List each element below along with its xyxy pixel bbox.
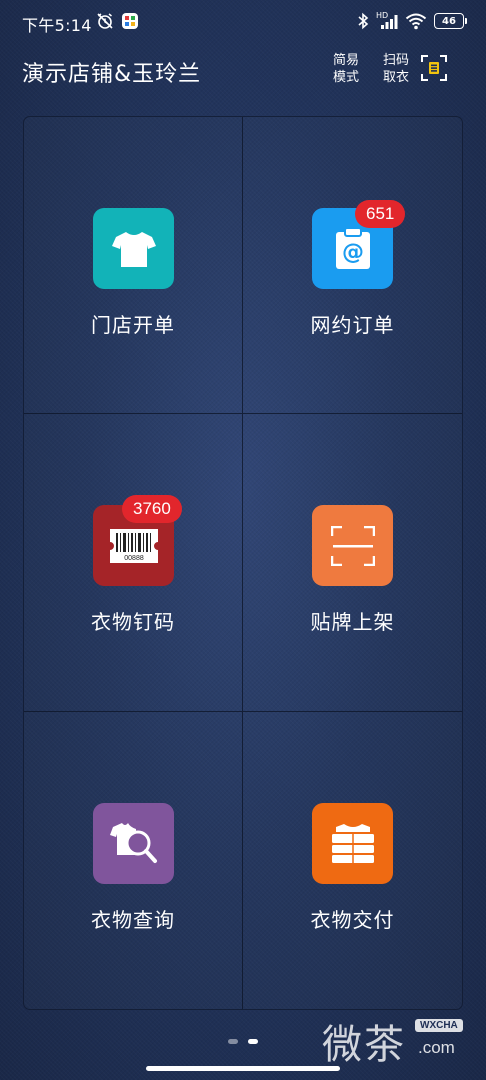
app-notification-icon — [122, 13, 138, 29]
home-indicator[interactable] — [146, 1066, 340, 1071]
app-header: 演示店铺&玉玲兰 简易 模式 扫码 取衣 — [0, 48, 486, 94]
alarm-off-icon — [97, 13, 113, 29]
watermark-chars: 微茶 — [322, 1022, 406, 1068]
barcode-digits: 00888 — [124, 555, 144, 562]
watermark-badge: WXCHA — [415, 1019, 463, 1032]
status-time: 下午5:14 — [22, 16, 92, 35]
status-right-icons: HD 46 — [357, 12, 467, 30]
status-left-icons — [95, 12, 139, 30]
tile-clothing-tagging[interactable]: 00888 3760 衣物钉码 — [24, 414, 243, 712]
simple-mode-label-line2: 模式 — [332, 70, 359, 85]
tile-label: 网约订单 — [310, 313, 395, 337]
tag-count-badge: 3760 — [122, 495, 182, 524]
cellular-signal-icon: HD — [376, 12, 398, 30]
folded-clothes-icon — [312, 802, 393, 884]
simple-mode-button[interactable]: 简易 模式 — [330, 52, 362, 86]
scan-frame-icon — [312, 505, 393, 587]
tile-label: 衣物钉码 — [91, 610, 175, 635]
scan-pickup-label-line1: 扫码 — [382, 53, 409, 68]
wifi-icon — [405, 13, 427, 30]
store-title: 演示店铺&玉玲兰 — [22, 62, 202, 87]
tile-label: 衣物交付 — [310, 907, 395, 932]
simple-mode-label-line1: 简易 — [332, 53, 359, 68]
tile-online-orders[interactable]: @ 651 网约订单 — [243, 117, 462, 415]
function-grid: 门店开单 @ 651 网约订单 00888 3760 衣物钉码 贴牌上架 衣物查… — [23, 116, 463, 1010]
tile-clothing-search[interactable]: 衣物查询 — [24, 711, 243, 1009]
order-count-badge: 651 — [355, 200, 406, 228]
page-dot-2-active[interactable] — [248, 1039, 258, 1044]
tile-label-shelving[interactable]: 贴牌上架 — [243, 414, 462, 712]
tile-label: 贴牌上架 — [310, 610, 395, 635]
battery-icon: 46 — [434, 13, 467, 29]
svg-text:@: @ — [342, 240, 364, 265]
page-dot-1[interactable] — [228, 1039, 238, 1044]
tile-store-order[interactable]: 门店开单 — [24, 117, 243, 415]
watermark: 微茶 WXCHA .com — [322, 1010, 472, 1068]
status-bar: 下午5:14 HD 46 — [0, 0, 486, 44]
scan-pickup-label-line2: 取衣 — [382, 70, 409, 85]
tshirt-icon — [93, 208, 174, 289]
scan-pickup-button[interactable]: 扫码 取衣 — [380, 52, 412, 86]
watermark-domain: .com — [418, 1038, 455, 1057]
scan-frame-menu-icon[interactable] — [420, 54, 448, 82]
clothing-search-icon — [93, 802, 174, 884]
bluetooth-icon — [358, 12, 369, 30]
tile-clothing-delivery[interactable]: 衣物交付 — [243, 712, 462, 1009]
tile-label: 衣物查询 — [91, 907, 175, 932]
tile-label: 门店开单 — [91, 313, 175, 337]
